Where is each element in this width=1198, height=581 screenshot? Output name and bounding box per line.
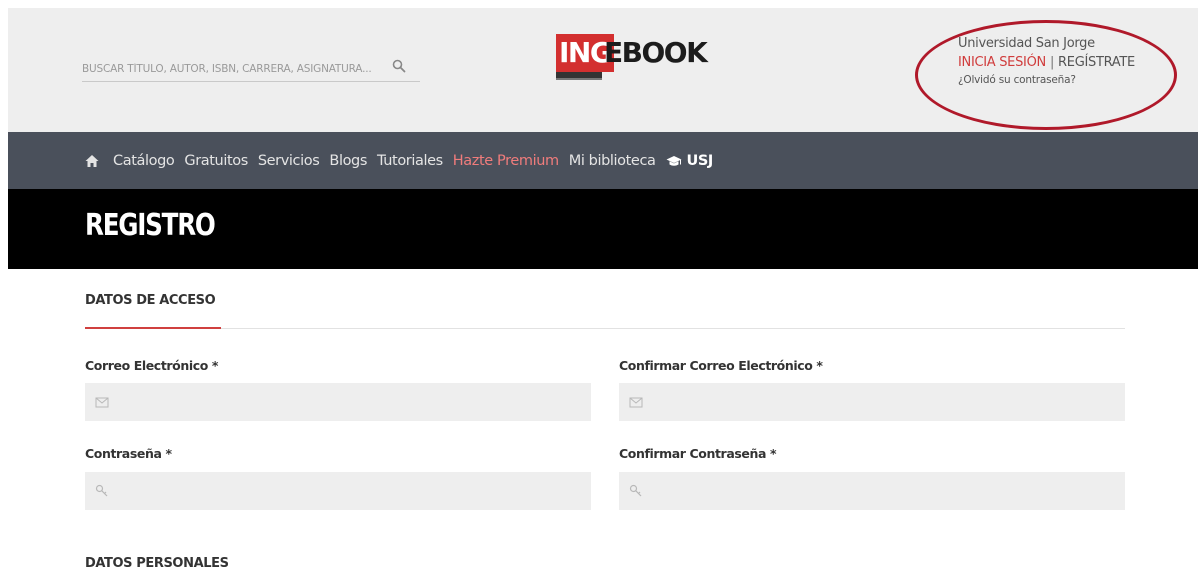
graduation-cap-icon [666,155,682,166]
nav-items: Catálogo Gratuitos Servicios Blogs Tutor… [85,132,723,189]
auth-links: INICIA SESIÓN | REGÍSTRATE [958,55,1188,70]
email-label: Correo Electrónico * [85,358,219,373]
search-icon[interactable] [392,59,406,73]
register-link[interactable]: REGÍSTRATE [1058,55,1135,70]
email-confirm-label: Confirmar Correo Electrónico * [619,358,823,373]
section-divider-accent [85,327,221,329]
section-title-personal: DATOS PERSONALES [85,556,229,571]
email-input[interactable] [121,383,581,421]
login-link[interactable]: INICIA SESIÓN [958,55,1046,70]
nav-item-hazte-premium[interactable]: Hazte Premium [453,153,559,169]
email-field[interactable] [85,383,591,421]
nav-item-mi-biblioteca[interactable]: Mi biblioteca [569,153,656,169]
envelope-icon [629,397,643,408]
account-panel: Universidad San Jorge INICIA SESIÓN | REGÍ… [958,36,1188,86]
password-field[interactable] [85,472,591,510]
forgot-password-link[interactable]: ¿Olvidó su contraseña? [958,74,1188,86]
auth-separator: | [1049,55,1055,70]
email-confirm-input[interactable] [655,383,1115,421]
nav-item-blogs[interactable]: Blogs [329,153,367,169]
page-title-band: REGISTRO [8,189,1198,269]
nav-item-servicios[interactable]: Servicios [258,153,320,169]
password-input[interactable] [121,472,581,510]
site-header: ING EBOOK Universidad San Jorge INICIA S… [8,8,1198,132]
section-title-access: DATOS DE ACCESO [85,293,216,308]
usj-label: USJ [686,152,714,169]
password-label: Contraseña * [85,446,172,461]
section-divider [85,328,1125,329]
key-icon [95,484,108,497]
key-icon [629,484,642,497]
university-name: Universidad San Jorge [958,36,1095,51]
page-title: REGISTRO [85,208,216,243]
logo-book-icon [556,72,602,80]
site-logo[interactable]: ING EBOOK [548,34,708,88]
search-input[interactable] [82,58,382,80]
search-bar [82,58,420,82]
nav-item-catalogo[interactable]: Catálogo [113,153,175,169]
logo-ebook-text: EBOOK [604,36,708,69]
main-nav: Catálogo Gratuitos Servicios Blogs Tutor… [8,132,1198,189]
password-confirm-field[interactable] [619,472,1125,510]
home-icon[interactable] [85,154,99,168]
nav-item-gratuitos[interactable]: Gratuitos [184,153,248,169]
nav-item-tutoriales[interactable]: Tutoriales [377,153,443,169]
email-confirm-field[interactable] [619,383,1125,421]
password-confirm-label: Confirmar Contraseña * [619,446,777,461]
envelope-icon [95,397,109,408]
nav-item-usj[interactable]: USJ [666,153,713,169]
password-confirm-input[interactable] [655,472,1115,510]
